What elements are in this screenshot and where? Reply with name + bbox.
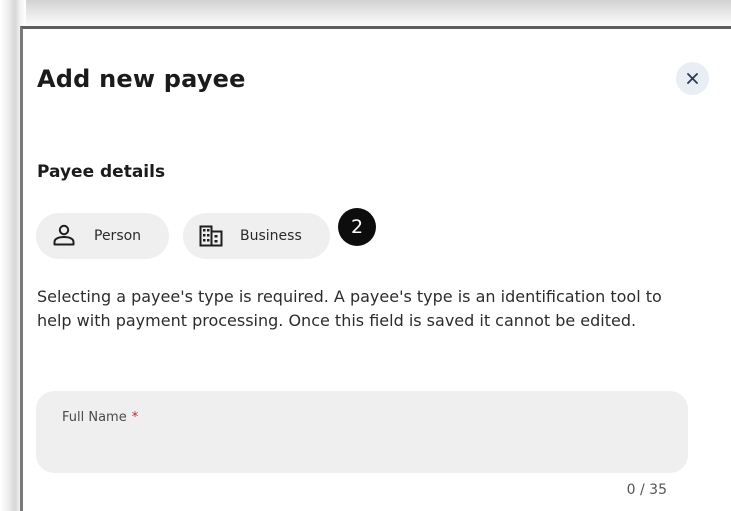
full-name-character-counter: 0 / 35 — [626, 482, 667, 498]
payee-type-help-text: Selecting a payee's type is required. A … — [37, 287, 662, 330]
required-marker: * — [131, 410, 139, 425]
step-number-badge: 2 — [338, 208, 376, 246]
add-payee-dialog: Add new payee Payee details Person Busin… — [20, 26, 731, 511]
full-name-field[interactable]: Full Name * — [36, 391, 688, 473]
full-name-input[interactable] — [62, 435, 662, 461]
payee-type-person-label: Person — [94, 228, 142, 244]
payee-type-person-button[interactable]: Person — [36, 213, 169, 259]
full-name-label-text: Full Name — [62, 410, 127, 425]
building-icon — [199, 225, 223, 247]
payee-type-business-label: Business — [240, 228, 302, 244]
payee-details-heading: Payee details — [37, 162, 166, 182]
person-icon — [53, 224, 75, 246]
screenshot-stage: Add new payee Payee details Person Busin… — [0, 0, 731, 511]
dialog-title: Add new payee — [37, 65, 246, 93]
close-button[interactable] — [676, 62, 709, 95]
close-icon — [687, 73, 698, 84]
payee-type-business-button[interactable]: Business — [183, 213, 330, 259]
full-name-label: Full Name * — [62, 410, 138, 425]
